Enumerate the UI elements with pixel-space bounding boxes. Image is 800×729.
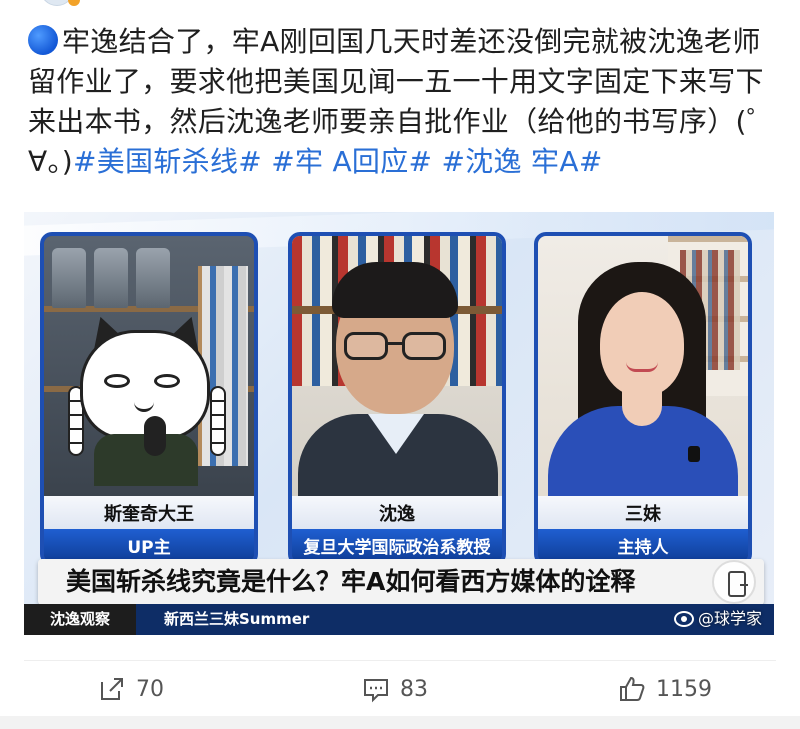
panel-name-label: 斯奎奇大王	[44, 496, 254, 529]
video-bottom-strip: 沈逸观察 新西兰三妹Summer	[24, 604, 774, 635]
hashtag-link[interactable]: #美国斩杀线#	[73, 145, 262, 178]
verified-badge-icon	[68, 0, 80, 6]
comment-button[interactable]: 83	[362, 672, 428, 706]
video-headline: 美国斩杀线究竟是什么？牢A如何看西方媒体的诠释	[38, 559, 764, 605]
weibo-icon	[673, 611, 694, 627]
share-button[interactable]: 70	[98, 672, 164, 706]
panel-role-label: 主持人	[538, 529, 748, 562]
program-name: 沈逸观察	[24, 604, 136, 635]
panel-role-label: 复旦大学国际政治系教授	[292, 529, 502, 562]
professor-scene	[292, 236, 502, 504]
robot-figure	[94, 248, 128, 308]
hashtag-link[interactable]: #沈逸 牢A#	[442, 145, 603, 178]
host-scene	[538, 236, 748, 516]
like-button[interactable]: 1159	[618, 672, 712, 706]
like-icon	[620, 676, 645, 701]
post-text: 牢逸结合了，牢A刚回国几天时差还没倒完就被沈逸老师留作业了，要求他把美国见闻一五…	[28, 22, 778, 182]
lapel-mic-icon	[688, 446, 700, 462]
man-hair	[332, 262, 458, 318]
comment-icon	[364, 679, 388, 703]
watermark-text: @球学家	[697, 609, 762, 628]
hashtag-link[interactable]: #牢 A回应#	[271, 145, 432, 178]
video-panel-streamer: 斯奎奇大王 UP主	[40, 232, 258, 566]
like-count: 1159	[656, 676, 712, 702]
action-bar: 70 83 1159	[0, 662, 800, 716]
robot-figure	[136, 248, 170, 308]
watermark: @球学家	[673, 606, 762, 632]
panel-role-label: UP主	[44, 529, 254, 562]
glasses-icon	[344, 332, 446, 360]
video-panel-professor: 沈逸 复旦大学国际政治系教授	[288, 232, 506, 566]
feed-separator	[0, 716, 800, 729]
panel-name-label: 沈逸	[292, 496, 502, 529]
phone-icon[interactable]	[712, 560, 756, 604]
share-count: 70	[136, 676, 164, 702]
video-thumbnail[interactable]: 斯奎奇大王 UP主 沈逸 复旦大学国际政治系教授 三妹 主持人 美国斩杀线究竟是…	[24, 212, 774, 635]
blue-dot-icon	[28, 25, 58, 55]
woman-face	[600, 292, 684, 396]
cat-avatar-illustration	[68, 310, 226, 486]
woman-smile	[626, 362, 658, 372]
share-icon	[101, 678, 123, 700]
comment-count: 83	[400, 676, 428, 702]
microphone-icon	[144, 416, 166, 456]
robot-figure	[52, 248, 86, 308]
streamer-scene	[44, 236, 254, 496]
divider	[24, 660, 776, 661]
channel-name: 新西兰三妹Summer	[164, 610, 310, 628]
panel-name-label: 三妹	[538, 496, 748, 529]
video-panel-host: 三妹 主持人	[534, 232, 752, 566]
